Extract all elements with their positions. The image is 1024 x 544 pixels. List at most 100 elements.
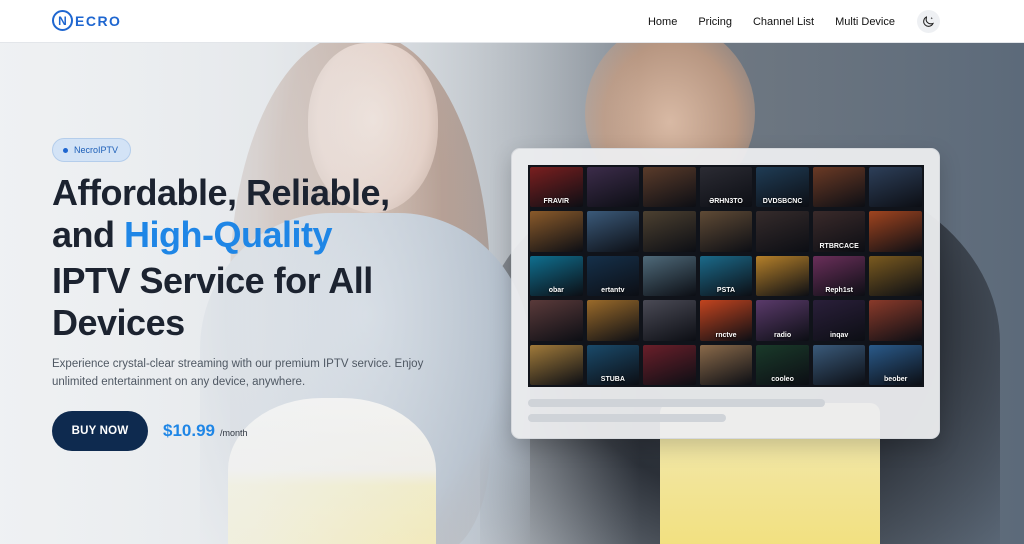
channel-tile-label (612, 203, 614, 207)
channel-tile (869, 211, 922, 252)
channel-tile-label (555, 248, 557, 252)
channel-tile-label (895, 248, 897, 252)
channel-tile: RTBRCACE (812, 211, 866, 252)
channel-tile-label (782, 292, 784, 296)
channel-tile: rnctve (699, 300, 753, 341)
channel-tile-label: cooleo (771, 376, 794, 383)
channel-tile-label (895, 203, 897, 207)
channel-tile: beober (869, 344, 922, 385)
tv-placeholder-bar (528, 414, 726, 422)
channel-tile-label: beober (884, 376, 908, 383)
logo-mark-letter: N (58, 13, 67, 28)
channel-tile-label (838, 203, 840, 207)
channel-tile-label (895, 292, 897, 296)
channel-tile-label (555, 337, 557, 341)
channel-tile: obar (530, 255, 583, 297)
channel-tile: ӘRHN3TO (699, 167, 753, 208)
hero-headline: Affordable, Reliable, and High-Quality I… (52, 172, 472, 344)
channel-tile-label: ӘRHN3TO (709, 198, 743, 206)
channel-tile-label (555, 381, 557, 385)
channel-tile-label: Reph1st (825, 287, 853, 295)
channel-tile: inqav (812, 300, 866, 341)
badge-label: NecroIPTV (74, 145, 119, 155)
nav-home[interactable]: Home (648, 16, 677, 28)
nav-multi-device[interactable]: Multi Device (835, 16, 895, 28)
channel-tile (643, 255, 696, 297)
nav-pricing[interactable]: Pricing (698, 16, 732, 28)
logo-text: ECRO (75, 12, 122, 29)
channel-tile-label: RTBRCACE (819, 242, 859, 250)
headline-line-2: and High-Quality (52, 214, 472, 256)
channel-tile-label: radio (774, 331, 792, 339)
price-amount: $10.99 (163, 421, 215, 440)
channel-tile (586, 167, 640, 208)
hero-description: Experience crystal-clear streaming with … (52, 358, 424, 388)
channel-tile (643, 167, 696, 208)
channel-tile (756, 211, 809, 252)
channel-tile: ertantv (586, 255, 640, 297)
channel-tile (643, 300, 696, 341)
channel-tile (812, 167, 866, 208)
channel-tile-label (725, 381, 727, 385)
channel-tile-label (782, 248, 784, 252)
channel-tile-label (895, 337, 897, 341)
channel-tile-label: PSTA (716, 287, 736, 295)
channel-tile (530, 344, 583, 385)
headline-accent: High-Quality (124, 214, 333, 255)
channel-tile (869, 167, 922, 208)
theme-toggle-button[interactable] (917, 10, 940, 33)
channel-tile (530, 211, 583, 252)
channel-tile-label: inqav (829, 331, 849, 339)
channel-tile-label (725, 248, 727, 252)
channel-tile (643, 211, 696, 252)
badge-dot-icon (63, 147, 68, 153)
channel-tile-label (668, 248, 670, 252)
channel-tile-label (668, 292, 670, 296)
channel-tile-label: DVDSBCNC (762, 198, 803, 206)
channel-tile: PSTA (699, 255, 753, 297)
channel-tile-label: STUBA (600, 376, 625, 383)
logo[interactable]: N ECRO (52, 10, 121, 31)
logo-mark-icon: N (52, 10, 73, 31)
channel-tile (869, 255, 922, 297)
price-unit: /month (220, 428, 248, 438)
channel-tile: DVDSBCNC (756, 167, 809, 208)
channel-tile: radio (756, 300, 809, 341)
channel-tile (586, 211, 640, 252)
tv-mockup: FRAVIR ӘRHN3TO DVDSBCNC RTBRCACE obar ertantv… (511, 148, 940, 439)
headline-line-3: IPTV Service for All (52, 260, 373, 301)
channel-tile-label (612, 337, 614, 341)
nav-channel-list[interactable]: Channel List (753, 16, 814, 28)
main-nav: Home Pricing Channel List Multi Device (648, 0, 895, 43)
channel-tile-label: obar (548, 287, 564, 295)
channel-tile-label (612, 248, 614, 252)
channel-tile (699, 211, 753, 252)
channel-tile: FRAVIR (530, 167, 583, 208)
channel-tile-label (838, 381, 840, 385)
tv-placeholder-bar (528, 399, 825, 407)
channel-tile (530, 300, 583, 341)
channel-tile (869, 300, 922, 341)
headline-line-4: Devices (52, 302, 185, 343)
moon-icon (923, 16, 934, 27)
channel-tile: STUBA (586, 344, 640, 385)
channel-tile: cooleo (756, 344, 809, 385)
channel-tile-label: ertantv (601, 287, 625, 295)
channel-tile: Reph1st (812, 255, 866, 297)
channel-tile-label: rnctve (715, 331, 737, 339)
headline-line-2-prefix: and (52, 214, 125, 255)
channel-tile-label: FRAVIR (543, 198, 570, 206)
channel-tile (812, 344, 866, 385)
channel-tile-label (668, 381, 670, 385)
channel-tile-label (668, 203, 670, 207)
tv-screen: FRAVIR ӘRHN3TO DVDSBCNC RTBRCACE obar ertantv… (528, 165, 924, 387)
brand-badge: NecroIPTV (52, 138, 132, 162)
site-header: N ECRO Home Pricing Channel List Multi D… (0, 0, 1024, 43)
channel-tile (586, 300, 640, 341)
buy-now-button[interactable]: BUY NOW (52, 411, 148, 451)
price-display: $10.99 /month (163, 421, 248, 441)
channel-tile (756, 255, 809, 297)
channel-tile (643, 344, 696, 385)
channel-tile (699, 344, 753, 385)
headline-line-1: Affordable, Reliable, (52, 172, 390, 213)
